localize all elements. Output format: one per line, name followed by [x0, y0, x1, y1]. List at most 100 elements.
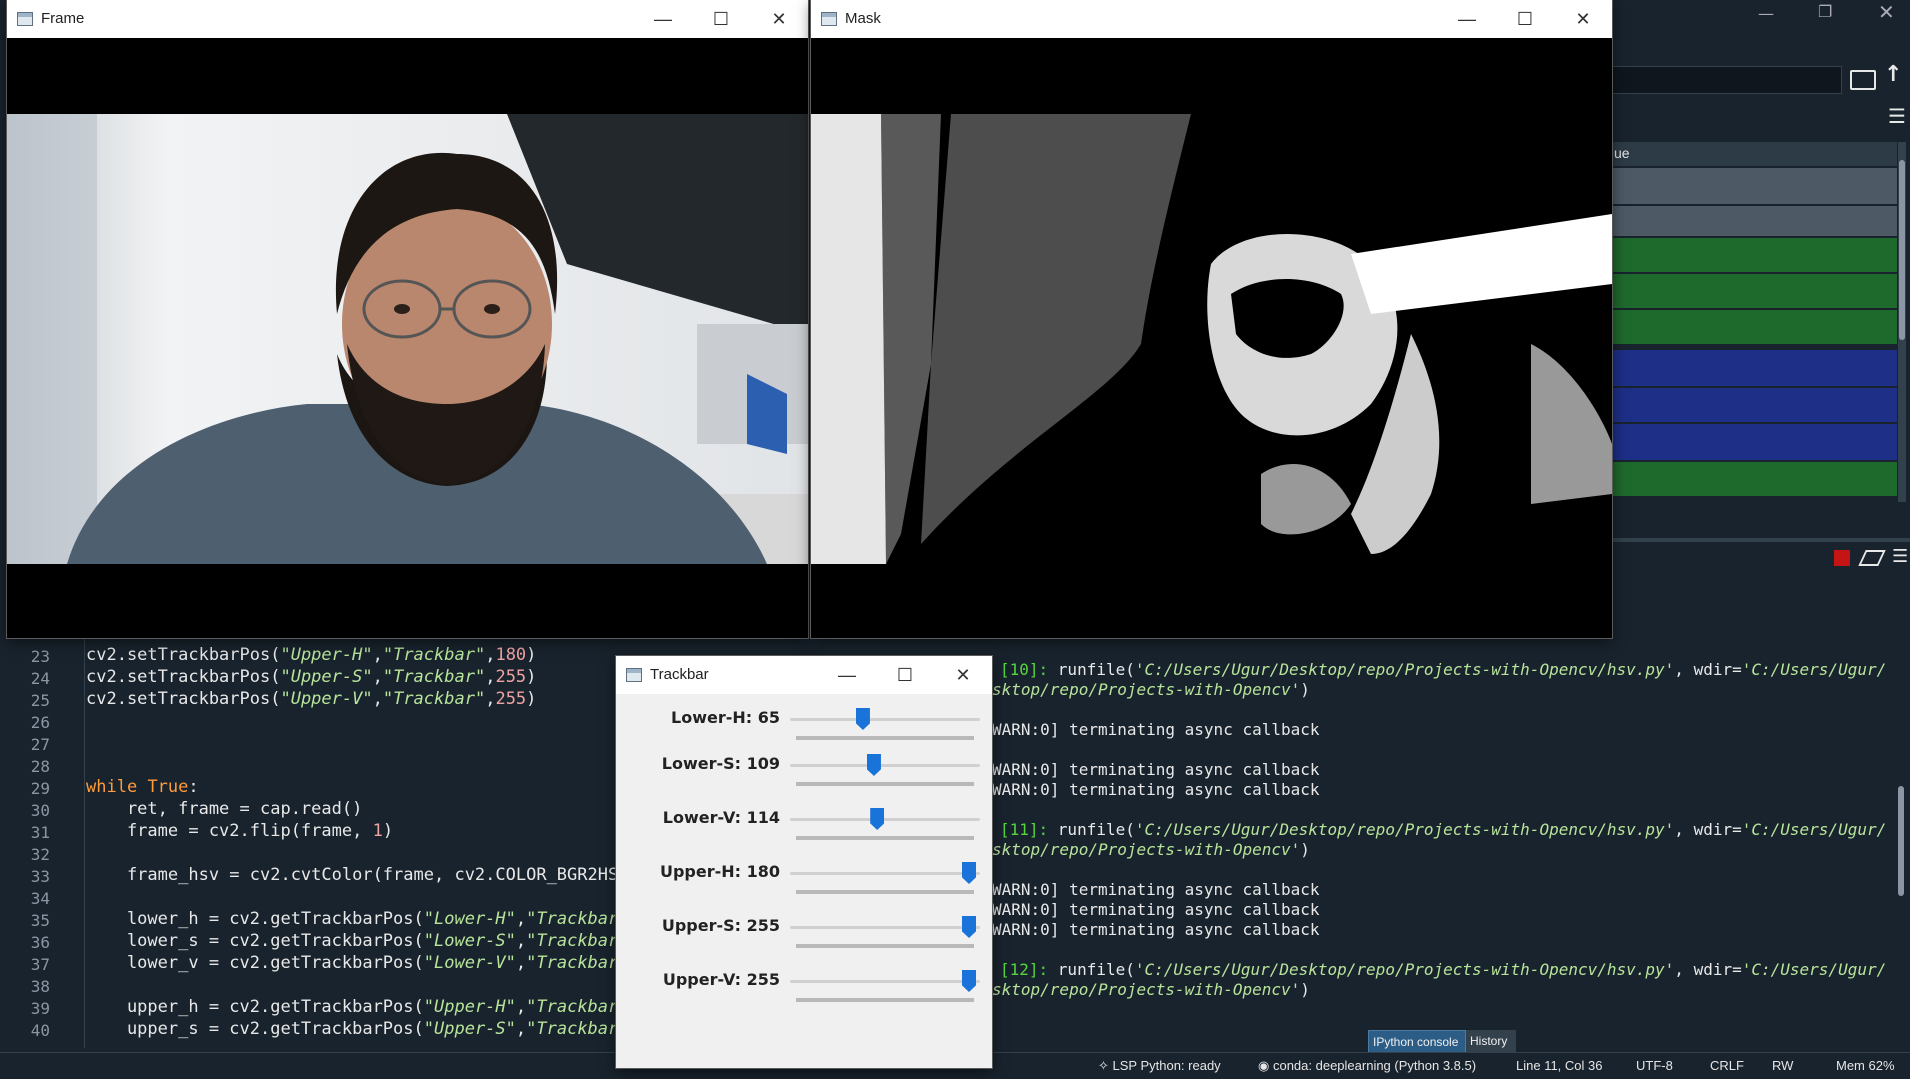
console-line: WARN:0] terminating async callback	[992, 880, 1320, 899]
variable-row[interactable]	[1612, 350, 1897, 386]
trackbar-slider[interactable]: Lower-H: 65	[616, 704, 992, 748]
console-line: [10]: runfile('C:/Users/Ugur/Desktop/rep…	[1000, 660, 1887, 679]
slider-label: Upper-V: 255	[662, 970, 780, 989]
app-window-icon	[821, 12, 837, 26]
slider-tick-bar	[796, 782, 974, 786]
minimize-icon[interactable]: —	[1438, 0, 1496, 38]
slider-thumb[interactable]	[855, 708, 870, 730]
line-number: 30	[30, 801, 50, 820]
variable-row[interactable]	[1612, 462, 1897, 496]
slider-tick-bar	[796, 890, 974, 894]
slider-tick-bar	[796, 736, 974, 740]
binary-mask-picture	[811, 114, 1612, 564]
slider-label: Lower-S: 109	[661, 754, 780, 773]
file-encoding: UTF-8	[1636, 1058, 1673, 1073]
trackbar-window[interactable]: Trackbar — ☐ ✕ Lower-H: 65 Lower-S: 109 Lo…	[616, 656, 992, 1068]
lsp-icon: ✧	[1098, 1058, 1113, 1073]
close-icon[interactable]: ✕	[750, 0, 808, 38]
scrollbar-handle[interactable]	[1899, 160, 1905, 340]
folder-open-icon[interactable]	[1850, 70, 1876, 90]
maximize-icon[interactable]: ❐	[1818, 2, 1832, 21]
trackbar-slider[interactable]: Upper-V: 255	[616, 966, 992, 1010]
slider-track[interactable]	[790, 818, 980, 821]
code-line: cv2.setTrackbarPos("Upper-S","Trackbar",…	[86, 667, 537, 687]
close-icon[interactable]: ✕	[1878, 0, 1895, 24]
stop-icon[interactable]	[1834, 550, 1850, 566]
mask-window[interactable]: Mask — ☐ ✕	[811, 0, 1612, 638]
scrollbar-handle[interactable]	[1898, 786, 1904, 896]
column-header-value: ue	[1614, 145, 1630, 161]
minimize-icon[interactable]: —	[818, 656, 876, 694]
minimize-icon[interactable]: —	[1758, 4, 1774, 23]
variable-row[interactable]	[1612, 310, 1897, 344]
close-icon[interactable]: ✕	[1554, 0, 1612, 38]
arrow-up-icon[interactable]: ↑	[1884, 62, 1902, 87]
close-icon[interactable]: ✕	[934, 656, 992, 694]
code-line: cv2.setTrackbarPos("Upper-V","Trackbar",…	[86, 689, 537, 709]
slider-label: Lower-V: 114	[662, 808, 780, 827]
console-line: WARN:0] terminating async callback	[992, 720, 1320, 739]
frame-window-title: Frame	[41, 10, 85, 27]
slider-thumb[interactable]	[866, 754, 881, 776]
slider-thumb[interactable]	[962, 862, 976, 884]
slider-track[interactable]	[790, 980, 980, 983]
frame-titlebar[interactable]: Frame — ☐ ✕	[7, 0, 808, 38]
maximize-icon[interactable]: ☐	[1496, 0, 1554, 38]
tab-ipython-console[interactable]: IPython console	[1368, 1030, 1466, 1054]
line-endings: CRLF	[1710, 1058, 1744, 1073]
line-number: 26	[30, 713, 50, 732]
console-line: WARN:0] terminating async callback	[992, 920, 1320, 939]
maximize-icon[interactable]: ☐	[876, 656, 934, 694]
slider-label: Upper-H: 180	[659, 862, 780, 881]
minimize-icon[interactable]: —	[634, 0, 692, 38]
slider-track[interactable]	[790, 718, 980, 721]
console-line: WARN:0] terminating async callback	[992, 900, 1320, 919]
line-number: 23	[30, 647, 50, 666]
trackbar-sliders: Lower-H: 65 Lower-S: 109 Lower-V: 114 Upper…	[616, 694, 992, 1068]
hamburger-menu-icon[interactable]: ☰	[1892, 546, 1908, 567]
maximize-icon[interactable]: ☐	[692, 0, 750, 38]
trackbar-slider[interactable]: Lower-V: 114	[616, 804, 992, 848]
line-number: 28	[30, 757, 50, 776]
hamburger-menu-icon[interactable]: ☰	[1888, 104, 1906, 128]
line-number: 37	[30, 955, 50, 974]
working-directory-combobox[interactable]	[1610, 66, 1842, 94]
line-number: 29	[30, 779, 50, 798]
pane-separator[interactable]	[1612, 538, 1910, 542]
console-line: sktop/repo/Projects-with-Opencv')	[992, 680, 1310, 699]
code-line: lower_v = cv2.getTrackbarPos("Lower-V","…	[86, 953, 629, 973]
slider-label: Lower-H: 65	[671, 708, 780, 727]
mask-image	[811, 114, 1612, 564]
variable-row[interactable]	[1612, 168, 1897, 204]
slider-track[interactable]	[790, 926, 980, 929]
variable-row[interactable]	[1612, 388, 1897, 422]
frame-window[interactable]: Frame — ☐ ✕	[7, 0, 808, 638]
slider-thumb[interactable]	[962, 916, 976, 938]
code-line: lower_s = cv2.getTrackbarPos("Lower-S","…	[86, 931, 629, 951]
code-line: lower_h = cv2.getTrackbarPos("Lower-H","…	[86, 909, 629, 929]
tab-history[interactable]: History	[1466, 1030, 1516, 1052]
slider-track[interactable]	[790, 872, 980, 875]
eraser-icon[interactable]	[1858, 550, 1886, 566]
line-number: 38	[30, 977, 50, 996]
slider-thumb[interactable]	[962, 970, 976, 992]
trackbar-slider[interactable]: Upper-S: 255	[616, 912, 992, 956]
slider-thumb[interactable]	[870, 808, 885, 830]
console-line: [11]: runfile('C:/Users/Ugur/Desktop/rep…	[1000, 820, 1887, 839]
line-number: 39	[30, 999, 50, 1018]
camera-frame-image	[7, 114, 808, 564]
trackbar-slider[interactable]: Lower-S: 109	[616, 750, 992, 794]
mask-titlebar[interactable]: Mask — ☐ ✕	[811, 0, 1612, 38]
trackbar-window-title: Trackbar	[650, 666, 709, 683]
conda-icon: ◉	[1258, 1058, 1273, 1073]
variable-row[interactable]	[1612, 424, 1897, 460]
variable-row[interactable]	[1612, 238, 1897, 272]
variable-row[interactable]	[1612, 274, 1897, 308]
mask-window-title: Mask	[845, 10, 881, 27]
code-line: upper_h = cv2.getTrackbarPos("Upper-H","…	[86, 997, 629, 1017]
code-line: frame_hsv = cv2.cvtColor(frame, cv2.COLO…	[86, 865, 629, 885]
trackbar-slider[interactable]: Upper-H: 180	[616, 858, 992, 902]
trackbar-titlebar[interactable]: Trackbar — ☐ ✕	[616, 656, 992, 694]
slider-track[interactable]	[790, 764, 980, 767]
variable-row[interactable]	[1612, 206, 1897, 236]
